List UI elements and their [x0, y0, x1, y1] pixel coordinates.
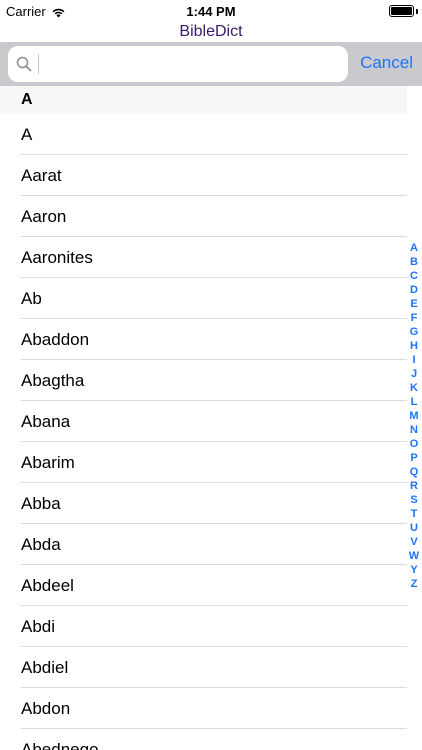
search-input[interactable]: [42, 46, 342, 82]
list-item[interactable]: Abdon: [0, 688, 407, 729]
cancel-button[interactable]: Cancel: [360, 53, 413, 73]
index-letter-k[interactable]: K: [410, 381, 418, 395]
battery-icon: [389, 5, 414, 17]
alphabet-index[interactable]: ABCDEFGHIJKLMNOPQRSTUVWYZ: [406, 241, 422, 591]
index-letter-m[interactable]: M: [409, 409, 418, 423]
index-letter-e[interactable]: E: [410, 297, 417, 311]
index-letter-o[interactable]: O: [410, 437, 419, 451]
index-letter-q[interactable]: Q: [410, 465, 419, 479]
app-title: BibleDict: [0, 22, 422, 42]
list-item[interactable]: Abdi: [0, 606, 407, 647]
index-letter-r[interactable]: R: [410, 479, 418, 493]
search-icon: [16, 56, 32, 72]
index-letter-v[interactable]: V: [410, 535, 417, 549]
section-header: A: [0, 86, 407, 114]
search-bar: Cancel: [0, 42, 422, 86]
index-letter-u[interactable]: U: [410, 521, 418, 535]
index-letter-d[interactable]: D: [410, 283, 418, 297]
list-item[interactable]: Aarat: [0, 155, 407, 196]
index-letter-g[interactable]: G: [410, 325, 419, 339]
index-letter-a[interactable]: A: [410, 241, 418, 255]
list-item[interactable]: Abana: [0, 401, 407, 442]
list-item[interactable]: Abba: [0, 483, 407, 524]
list-item[interactable]: Abda: [0, 524, 407, 565]
index-letter-f[interactable]: F: [411, 311, 418, 325]
list-item[interactable]: Aaron: [0, 196, 407, 237]
word-list: A Aarat Aaron Aaronites Ab Abaddon Abagtha Aban…: [0, 114, 407, 750]
list-item[interactable]: Abdeel: [0, 565, 407, 606]
status-bar: Carrier 1:44 PM: [0, 0, 422, 22]
index-letter-y[interactable]: Y: [410, 563, 417, 577]
list-item[interactable]: A: [0, 114, 407, 155]
index-letter-p[interactable]: P: [410, 451, 417, 465]
list-item[interactable]: Aaronites: [0, 237, 407, 278]
index-letter-j[interactable]: J: [411, 367, 417, 381]
text-caret: [38, 54, 39, 74]
index-letter-s[interactable]: S: [410, 493, 417, 507]
list-item[interactable]: Abednego: [0, 729, 407, 750]
list-item[interactable]: Abaddon: [0, 319, 407, 360]
index-letter-c[interactable]: C: [410, 269, 418, 283]
list-item[interactable]: Abarim: [0, 442, 407, 483]
index-letter-w[interactable]: W: [409, 549, 419, 563]
index-letter-h[interactable]: H: [410, 339, 418, 353]
list-item[interactable]: Abdiel: [0, 647, 407, 688]
search-field[interactable]: [8, 46, 348, 82]
index-letter-b[interactable]: B: [410, 255, 418, 269]
index-letter-t[interactable]: T: [411, 507, 418, 521]
index-letter-n[interactable]: N: [410, 423, 418, 437]
index-letter-i[interactable]: I: [412, 353, 415, 367]
list-item[interactable]: Ab: [0, 278, 407, 319]
index-letter-z[interactable]: Z: [411, 577, 418, 591]
battery-tip: [416, 9, 418, 14]
list-item[interactable]: Abagtha: [0, 360, 407, 401]
index-letter-l[interactable]: L: [411, 395, 418, 409]
status-time: 1:44 PM: [186, 4, 236, 19]
